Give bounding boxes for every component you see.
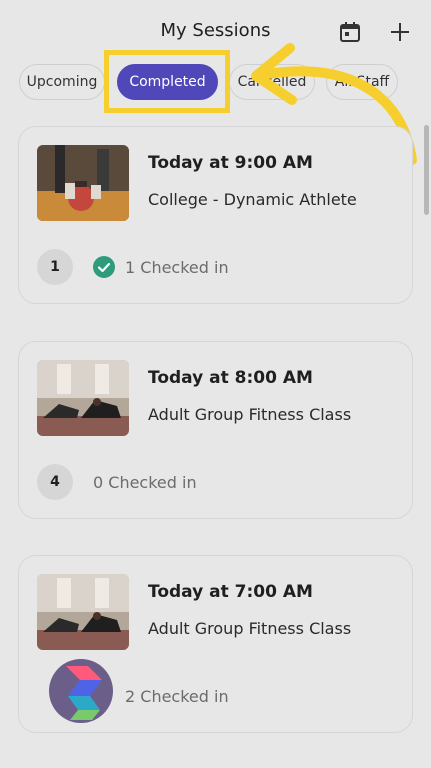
session-card[interactable]: Today at 8:00 AM Adult Group Fitness Cla…: [18, 341, 413, 519]
page-title: My Sessions: [160, 20, 271, 41]
plus-icon[interactable]: [388, 20, 412, 44]
tab-all-staff[interactable]: All Staff: [326, 64, 398, 100]
session-name: Adult Group Fitness Class: [148, 405, 352, 424]
tab-upcoming[interactable]: Upcoming: [19, 64, 105, 100]
session-name: Adult Group Fitness Class: [148, 619, 352, 638]
tab-cancelled-label: Cancelled: [237, 74, 307, 90]
session-thumbnail: [37, 574, 129, 650]
session-thumbnail: [37, 145, 129, 221]
session-time: Today at 8:00 AM: [148, 368, 313, 388]
calendar-icon[interactable]: [338, 20, 362, 44]
tab-cancelled[interactable]: Cancelled: [229, 64, 315, 100]
attendee-count-badge: 1: [37, 249, 73, 285]
session-time: Today at 9:00 AM: [148, 153, 313, 173]
highlight-box: [104, 50, 230, 113]
session-thumbnail: [37, 360, 129, 436]
check-circle-icon: [93, 256, 115, 278]
scrollbar[interactable]: [424, 125, 429, 215]
app-logo-overlay: [49, 659, 113, 723]
checked-in-text: 2 Checked in: [125, 687, 229, 706]
attendee-count-badge: 4: [37, 464, 73, 500]
checked-in-text: 0 Checked in: [93, 473, 197, 492]
tab-all-staff-label: All Staff: [334, 74, 390, 90]
session-card[interactable]: Today at 9:00 AM College - Dynamic Athle…: [18, 126, 413, 304]
checked-in-text: 1 Checked in: [125, 258, 229, 277]
session-name: College - Dynamic Athlete: [148, 190, 357, 209]
tab-upcoming-label: Upcoming: [26, 74, 98, 90]
session-time: Today at 7:00 AM: [148, 582, 313, 602]
